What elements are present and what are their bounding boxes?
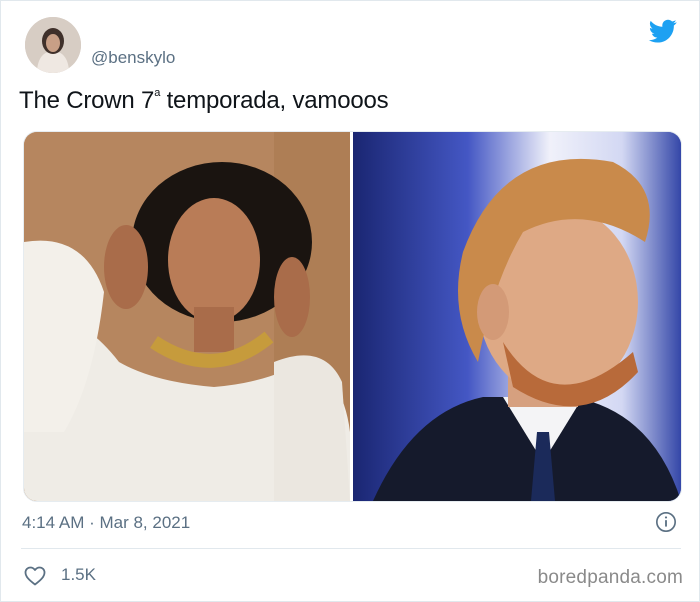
- tweet-media[interactable]: [23, 131, 682, 502]
- avatar[interactable]: [25, 17, 81, 73]
- like-action[interactable]: 1.5K: [23, 564, 96, 586]
- tweet-card: @benskylo The Crown 7a temporada, vamooo…: [0, 0, 700, 602]
- tweet-text-tail: temporada, vamooos: [160, 87, 389, 114]
- tweet-timestamp[interactable]: 4:14 AM · Mar 8, 2021: [22, 513, 190, 533]
- avatar-portrait: [25, 17, 81, 73]
- user-handle[interactable]: @benskylo: [91, 48, 175, 68]
- photo-woman-portrait[interactable]: [24, 132, 350, 501]
- tweet-text-main: The Crown 7: [19, 87, 155, 114]
- divider: [21, 548, 681, 549]
- like-count: 1.5K: [61, 565, 96, 584]
- heart-icon[interactable]: [23, 564, 47, 586]
- twitter-bird-icon[interactable]: [647, 17, 679, 45]
- watermark: boredpanda.com: [537, 567, 683, 588]
- portrait-illustration-left: [24, 132, 350, 501]
- portrait-illustration-right: [353, 132, 681, 501]
- photo-man-profile[interactable]: [353, 132, 681, 501]
- info-icon[interactable]: [655, 511, 677, 533]
- tweet-text: The Crown 7a temporada, vamooos: [19, 87, 389, 115]
